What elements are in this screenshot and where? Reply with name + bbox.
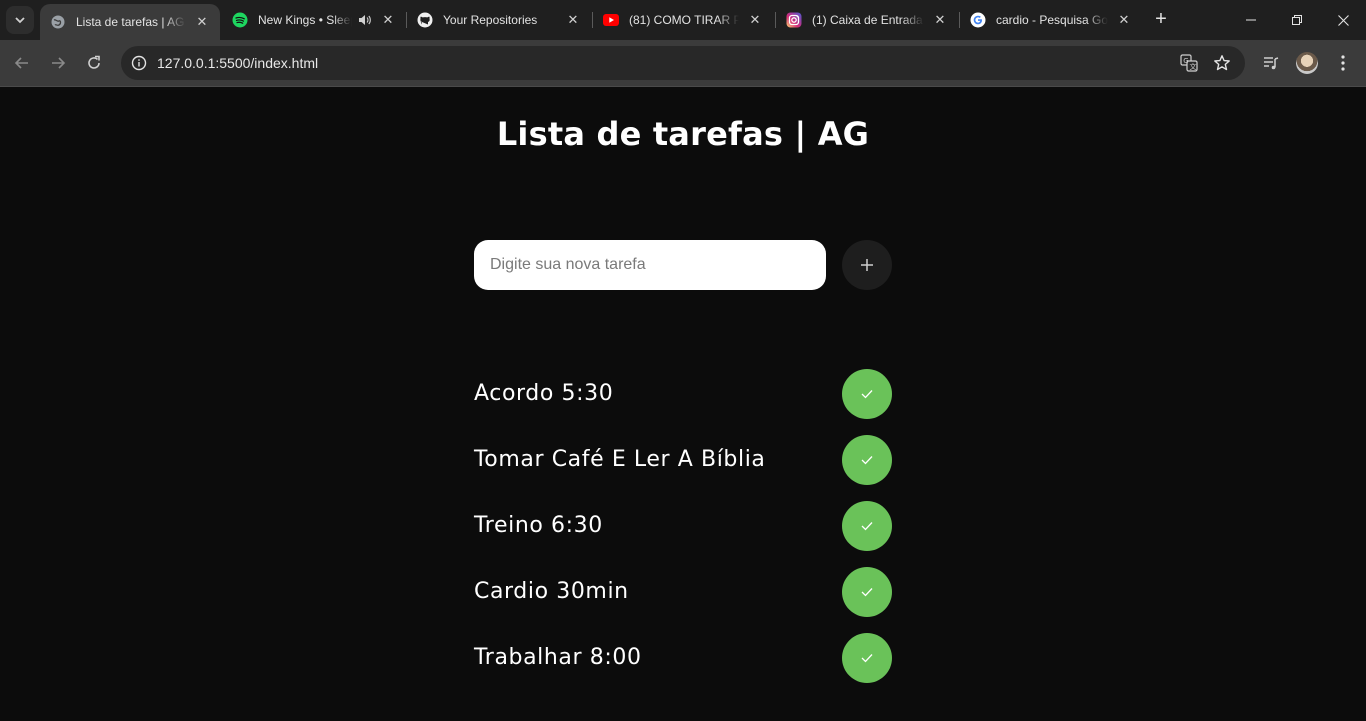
- tab-github[interactable]: Your Repositories ✕: [407, 4, 591, 36]
- check-icon: [861, 522, 873, 531]
- close-icon: [1337, 14, 1349, 26]
- task-list: Acordo 5:30 Tomar Café E Ler A Bíblia Tr…: [474, 369, 892, 699]
- globe-icon: [50, 14, 66, 30]
- close-icon[interactable]: ✕: [194, 14, 210, 30]
- youtube-icon: [603, 12, 619, 28]
- instagram-icon: [786, 12, 802, 28]
- tab-title: Your Repositories: [443, 13, 538, 27]
- task-text: Cardio 30min: [474, 579, 629, 604]
- complete-task-button[interactable]: [842, 435, 892, 485]
- plus-icon: [861, 259, 873, 271]
- menu-button[interactable]: [1329, 49, 1357, 77]
- complete-task-button[interactable]: [842, 369, 892, 419]
- check-icon: [861, 588, 873, 597]
- task-item: Treino 6:30: [474, 501, 892, 567]
- close-icon[interactable]: ✕: [747, 12, 763, 28]
- tab-title: (81) COMO TIRAR PRINT: [629, 13, 739, 27]
- complete-task-button[interactable]: [842, 567, 892, 617]
- url-text: 127.0.0.1:5500/index.html: [157, 55, 319, 71]
- svg-text:文: 文: [1190, 62, 1197, 71]
- arrow-left-icon: [14, 57, 28, 69]
- complete-task-button[interactable]: [842, 633, 892, 683]
- google-icon: [970, 12, 986, 28]
- playlist-icon: [1264, 57, 1279, 70]
- svg-text:G: G: [1183, 57, 1188, 65]
- avatar: [1296, 52, 1318, 74]
- tab-title: (1) Caixa de Entrada • Instagram: [812, 13, 924, 27]
- page-content: Lista de tarefas | AG Acordo 5:30 Tomar …: [0, 87, 1366, 721]
- check-icon: [861, 654, 873, 663]
- task-text: Treino 6:30: [474, 513, 603, 538]
- close-icon[interactable]: ✕: [1116, 12, 1132, 28]
- tab-title: cardio - Pesquisa Google: [996, 13, 1108, 27]
- media-controls-button[interactable]: [1257, 49, 1285, 77]
- tab-title: Lista de tarefas | AG: [76, 15, 185, 29]
- minimize-icon: [1246, 19, 1256, 21]
- restore-button[interactable]: [1274, 0, 1320, 40]
- restore-icon: [1292, 15, 1302, 25]
- task-item: Trabalhar 8:00: [474, 633, 892, 699]
- page-title: Lista de tarefas | AG: [496, 115, 870, 153]
- tab-search-button[interactable]: [6, 6, 34, 34]
- reload-icon: [88, 55, 100, 69]
- chevron-down-icon: [15, 17, 25, 24]
- browser-tabstrip: Lista de tarefas | AG ✕ New Kings • Slee…: [0, 0, 1366, 40]
- back-button[interactable]: [8, 49, 36, 77]
- browser-toolbar: 127.0.0.1:5500/index.html G文: [0, 40, 1366, 86]
- star-icon[interactable]: [1212, 53, 1232, 73]
- add-task-button[interactable]: [842, 240, 892, 290]
- tab-google[interactable]: cardio - Pesquisa Google ✕: [960, 4, 1142, 36]
- tab-youtube[interactable]: (81) COMO TIRAR PRINT ✕: [593, 4, 773, 36]
- forward-button[interactable]: [44, 49, 72, 77]
- close-icon[interactable]: ✕: [565, 12, 581, 28]
- minimize-button[interactable]: [1228, 0, 1274, 40]
- complete-task-button[interactable]: [842, 501, 892, 551]
- tab-title: New Kings • Sleep Token: [258, 13, 352, 27]
- spotify-icon: [232, 12, 248, 28]
- tab-lista-de-tarefas[interactable]: Lista de tarefas | AG ✕: [40, 4, 220, 40]
- check-icon: [861, 390, 873, 399]
- close-icon[interactable]: ✕: [380, 12, 396, 28]
- task-text: Acordo 5:30: [474, 381, 614, 406]
- task-item: Acordo 5:30: [474, 369, 892, 435]
- translate-icon[interactable]: G文: [1179, 53, 1199, 73]
- task-text: Trabalhar 8:00: [474, 645, 642, 670]
- new-tab-button[interactable]: +: [1150, 8, 1172, 32]
- speaker-icon[interactable]: [358, 14, 372, 26]
- task-item: Cardio 30min: [474, 567, 892, 633]
- arrow-right-icon: [52, 57, 66, 69]
- new-task-input[interactable]: [474, 240, 826, 290]
- tab-spotify[interactable]: New Kings • Sleep Token ✕: [222, 4, 406, 36]
- close-window-button[interactable]: [1320, 0, 1366, 40]
- close-icon[interactable]: ✕: [932, 12, 948, 28]
- address-bar[interactable]: 127.0.0.1:5500/index.html G文: [121, 46, 1245, 80]
- more-vertical-icon: [1341, 55, 1345, 71]
- task-item: Tomar Café E Ler A Bíblia: [474, 435, 892, 501]
- check-icon: [861, 456, 873, 465]
- tab-instagram[interactable]: (1) Caixa de Entrada • Instagram ✕: [776, 4, 958, 36]
- site-info-icon[interactable]: [129, 53, 149, 73]
- profile-button[interactable]: [1293, 49, 1321, 77]
- reload-button[interactable]: [80, 49, 108, 77]
- github-icon: [417, 12, 433, 28]
- task-text: Tomar Café E Ler A Bíblia: [474, 447, 766, 472]
